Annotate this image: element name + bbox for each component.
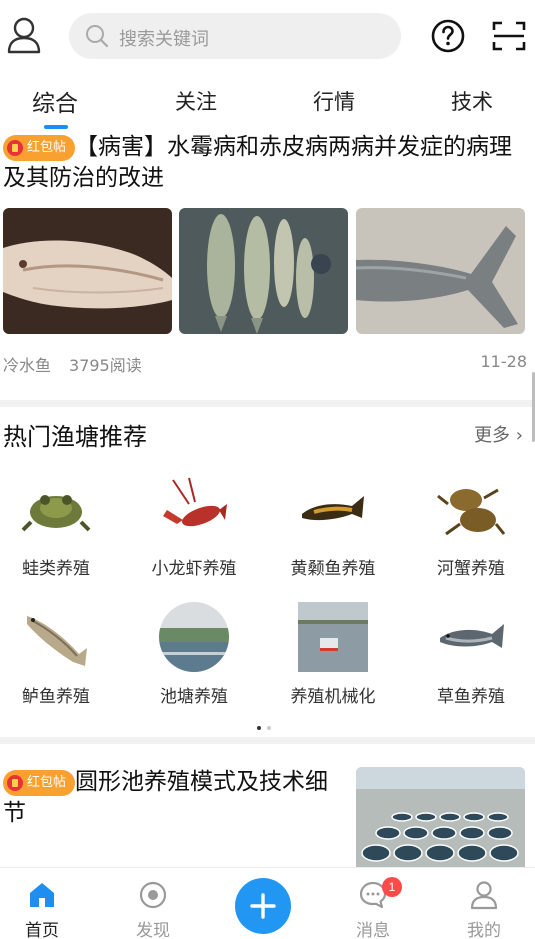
tab-follow[interactable]: 关注: [175, 86, 217, 116]
pager-dot: [267, 726, 271, 730]
category-perch[interactable]: 鲈鱼养殖: [0, 602, 121, 712]
section-divider: [0, 737, 535, 744]
active-tab-indicator: [44, 125, 68, 129]
more-link[interactable]: 更多 ›: [474, 421, 523, 447]
bottom-nav: 首页 发现 消息 1 我的: [0, 867, 535, 939]
frog-icon: [21, 495, 91, 532]
unread-badge: 1: [382, 877, 402, 897]
crayfish-icon: [163, 477, 227, 527]
article-image[interactable]: [356, 767, 525, 867]
nav-messages[interactable]: 消息: [328, 868, 418, 939]
tab-technology[interactable]: 技术: [451, 86, 493, 116]
tab-general[interactable]: 综合: [32, 84, 78, 118]
section-divider: [0, 400, 535, 407]
category-mechanization[interactable]: 养殖机械化: [268, 602, 398, 712]
top-header: 搜索关键词: [0, 0, 535, 74]
search-icon: [85, 24, 109, 48]
category-tabs: 综合 关注 行情 技术: [0, 76, 535, 132]
category-crab[interactable]: 河蟹养殖: [406, 474, 535, 584]
chevron-right-icon: ›: [515, 425, 523, 446]
pager-dots: [254, 715, 274, 734]
category-yellow-catfish[interactable]: 黄颡鱼养殖: [268, 474, 398, 584]
red-packet-tag: 红包帖: [3, 769, 76, 796]
article-card[interactable]: 红包帖 【病害】水霉病和赤皮病两病并发症的病理及其防治的改进 冷水鱼 3795阅…: [0, 132, 535, 400]
article-category[interactable]: 冷水鱼: [3, 356, 51, 375]
scan-icon[interactable]: [492, 20, 526, 52]
article-images: [3, 208, 527, 334]
search-placeholder[interactable]: 搜索关键词: [119, 25, 209, 51]
red-packet-icon: [7, 774, 23, 791]
perch-icon: [27, 616, 87, 666]
plus-icon: [250, 893, 276, 919]
tab-market[interactable]: 行情: [313, 86, 355, 116]
post-button[interactable]: [235, 878, 291, 934]
section-title: 热门渔塘推荐: [3, 423, 147, 451]
help-icon[interactable]: [431, 19, 465, 53]
article-card[interactable]: 红包帖 圆形池养殖模式及技术细节: [0, 745, 535, 867]
machine-icon: [298, 602, 368, 672]
article-image[interactable]: [356, 208, 525, 334]
grass-carp-icon: [440, 624, 504, 648]
category-frog[interactable]: 蛙类养殖: [0, 474, 121, 584]
article-image[interactable]: [179, 208, 348, 334]
discover-icon: [139, 881, 167, 909]
search-bar[interactable]: 搜索关键词: [69, 13, 401, 59]
nav-home[interactable]: 首页: [0, 868, 87, 939]
article-title[interactable]: 红包帖 圆形池养殖模式及技术细节: [3, 767, 343, 829]
article-image[interactable]: [3, 208, 172, 334]
nav-discover[interactable]: 发现: [108, 868, 198, 939]
home-icon: [30, 883, 54, 907]
hot-ponds-section: 热门渔塘推荐 更多 › 蛙类养殖 小龙虾养殖 黄颡鱼养殖 河蟹养殖 鲈鱼养殖 池…: [0, 407, 535, 737]
red-packet-tag: 红包帖: [3, 134, 76, 161]
profile-icon: [470, 881, 498, 910]
article-meta: 冷水鱼 3795阅读 11-28: [3, 352, 527, 376]
pager-dot: [257, 726, 261, 730]
nav-profile[interactable]: 我的: [439, 868, 529, 939]
red-packet-icon: [7, 139, 23, 156]
category-crayfish[interactable]: 小龙虾养殖: [129, 474, 259, 584]
crab-icon: [437, 488, 506, 536]
article-title[interactable]: 红包帖 【病害】水霉病和赤皮病两病并发症的病理及其防治的改进: [3, 132, 531, 194]
category-grass-carp[interactable]: 草鱼养殖: [406, 602, 535, 712]
pond-icon: [159, 602, 229, 672]
user-icon[interactable]: [6, 16, 42, 56]
catfish-icon: [302, 496, 364, 521]
article-date: 11-28: [480, 352, 528, 371]
category-pond[interactable]: 池塘养殖: [129, 602, 259, 712]
article-read-count: 3795阅读: [69, 356, 142, 375]
